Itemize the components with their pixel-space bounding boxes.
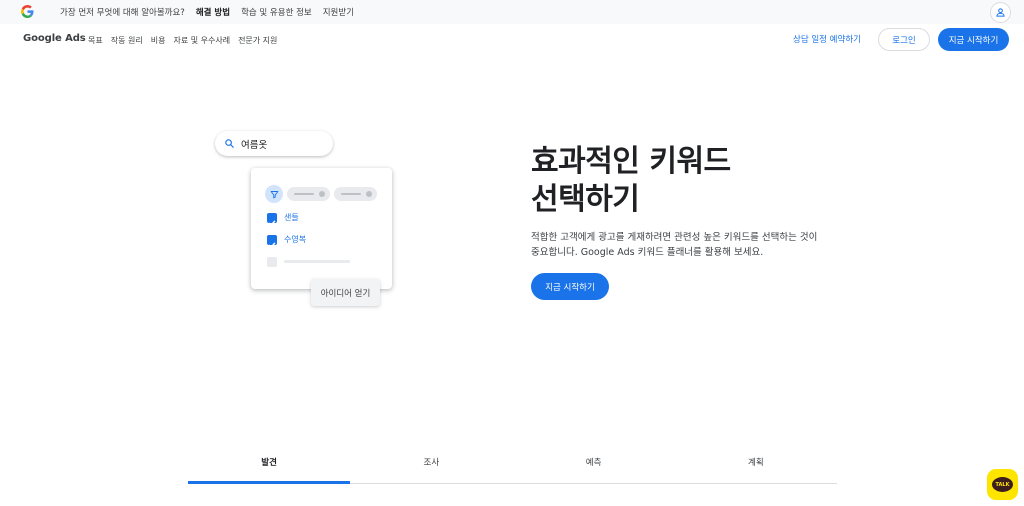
filter-chip: [334, 187, 377, 201]
tab-discover[interactable]: 발견: [188, 448, 351, 484]
tab-forecast[interactable]: 예측: [513, 448, 675, 483]
utility-nav-item[interactable]: 학습 및 유용한 정보: [241, 6, 312, 18]
person-icon: [996, 8, 1005, 17]
start-now-button[interactable]: 지금 시작하기: [938, 28, 1009, 51]
login-button[interactable]: 로그인: [878, 28, 930, 51]
title-line: 효과적인 키워드: [531, 144, 731, 179]
title-line: 선택하기: [531, 182, 640, 217]
search-illustration: 여름옷: [215, 131, 333, 156]
google-ads-logo[interactable]: Google Ads: [23, 33, 86, 44]
nav-item-expert-support[interactable]: 전문가 지원: [238, 35, 277, 46]
utility-nav: 가장 먼저 무엇에 대해 알아볼까요? 해결 방법 학습 및 유용한 정보 지원…: [60, 0, 354, 24]
checkbox-empty: [267, 257, 277, 267]
checkbox-checked: [267, 235, 277, 249]
tab-plan[interactable]: 계획: [675, 448, 837, 483]
utility-nav-item[interactable]: 지원받기: [323, 6, 354, 18]
account-button[interactable]: [990, 2, 1011, 23]
search-icon: [225, 139, 234, 148]
description-line: 적합한 고객에게 광고를 게재하려면 관련성 높은 키워드를 선택하는 것이: [531, 232, 818, 243]
option-label: 샌들: [284, 213, 299, 222]
description-line: 중요합니다. Google Ads 키워드 플래너를 활용해 보세요.: [531, 247, 764, 258]
consult-link[interactable]: 상담 일정 예약하기: [793, 33, 861, 45]
kakao-talk-icon[interactable]: TALK: [987, 469, 1018, 500]
placeholder-line: [284, 260, 350, 263]
filter-card-illustration: 샌들 수영복: [251, 168, 392, 289]
nav-item-resources[interactable]: 자료 및 우수사례: [173, 35, 230, 46]
google-g-logo[interactable]: [21, 5, 34, 18]
filter-icon: [265, 185, 283, 203]
search-query: 여름옷: [241, 140, 268, 151]
utility-nav-item[interactable]: 해결 방법: [196, 6, 230, 18]
checkbox-checked: [267, 213, 277, 227]
nav-item-cost[interactable]: 비용: [151, 35, 166, 46]
page-title: 효과적인 키워드 선택하기: [531, 143, 831, 219]
feature-tabs: 발견 조사 예측 계획: [188, 448, 837, 484]
main-header: Google Ads 목표 작동 원리 비용 자료 및 우수사례 전문가 지원 …: [0, 24, 1024, 56]
main-nav: 목표 작동 원리 비용 자료 및 우수사례 전문가 지원: [88, 24, 277, 56]
kakao-talk-label: TALK: [992, 477, 1013, 492]
nav-item-how-it-works[interactable]: 작동 원리: [111, 35, 143, 46]
get-ideas-button: 아이디어 얻기: [311, 279, 380, 306]
utility-nav-item[interactable]: 가장 먼저 무엇에 대해 알아볼까요?: [60, 6, 185, 18]
utility-bar: 가장 먼저 무엇에 대해 알아볼까요? 해결 방법 학습 및 유용한 정보 지원…: [0, 0, 1024, 24]
option-label: 수영복: [284, 235, 307, 244]
hero-start-button[interactable]: 지금 시작하기: [531, 273, 609, 300]
nav-item-goals[interactable]: 목표: [88, 35, 103, 46]
filter-chip: [287, 187, 330, 201]
tab-research[interactable]: 조사: [350, 448, 512, 483]
hero-description: 적합한 고객에게 광고를 게재하려면 관련성 높은 키워드를 선택하는 것이 중…: [531, 230, 831, 260]
